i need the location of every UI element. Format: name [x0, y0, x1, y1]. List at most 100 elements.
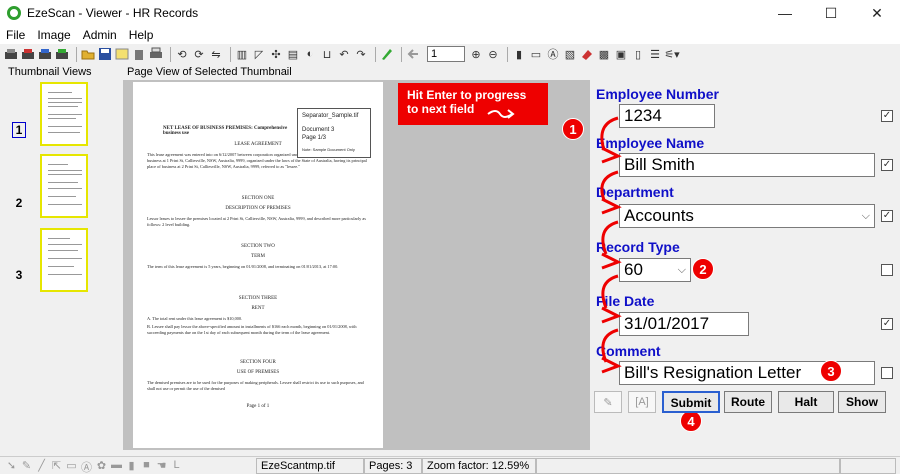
stamp-tool-icon[interactable]: ✿: [94, 459, 109, 474]
page-view-title: Page View of Selected Thumbnail: [127, 66, 292, 78]
department-dropdown[interactable]: Accounts ⌵: [619, 204, 875, 228]
thumbnail-panel: Thumbnail Views 1 2 3: [0, 64, 120, 454]
doc-desc-text: Lessor leases to lessee the premises loc…: [147, 216, 366, 227]
file-date-field[interactable]: 31/01/2017: [619, 312, 749, 336]
arrow-tool-icon[interactable]: ➘: [4, 459, 19, 474]
window-controls: — ☐ ✕: [762, 0, 900, 26]
rectangle-tool-icon[interactable]: ▭: [64, 459, 79, 474]
record-type-checkbox[interactable]: [881, 264, 893, 276]
minimize-button[interactable]: —: [762, 0, 808, 26]
step-badge-3: 3: [820, 360, 842, 382]
scan-duplex-icon[interactable]: [38, 47, 52, 61]
previous-page-icon[interactable]: [406, 47, 420, 61]
doc-rent-b: B. Lessee shall pay lessor the above-spe…: [147, 324, 357, 335]
scan-icon[interactable]: [4, 47, 18, 61]
ezescan-logo-icon: [7, 6, 21, 20]
toolbar-divider: [170, 46, 171, 62]
menu-image[interactable]: Image: [31, 28, 76, 42]
step-badge-1: 1: [562, 118, 584, 140]
flip-icon[interactable]: ⇋: [209, 47, 223, 61]
rotate-left-icon[interactable]: ⟲: [175, 47, 189, 61]
save-icon[interactable]: [98, 47, 112, 61]
undo-icon[interactable]: ↶: [337, 47, 351, 61]
menu-file[interactable]: File: [0, 28, 31, 42]
status-extra: [840, 458, 896, 474]
toolbar-divider: [375, 46, 376, 62]
page-view[interactable]: NET LEASE OF BUSINESS PREMISES: Comprehe…: [123, 80, 590, 450]
redact-icon[interactable]: ▣: [614, 47, 628, 61]
crop-icon[interactable]: ◸: [252, 47, 266, 61]
scan-settings-icon[interactable]: [55, 47, 69, 61]
halt-button[interactable]: Halt: [778, 391, 834, 413]
maximize-button[interactable]: ☐: [808, 0, 854, 26]
employee-name-field[interactable]: Bill Smith: [619, 153, 875, 177]
highlight-tool-icon[interactable]: ▬: [109, 459, 124, 474]
deskew-icon[interactable]: ▥: [235, 47, 249, 61]
tools-dropdown-icon[interactable]: ⚟▾: [664, 47, 679, 61]
department-checkbox[interactable]: ✓: [881, 210, 893, 222]
barcode-icon[interactable]: ▮: [512, 47, 526, 61]
select-tool-icon[interactable]: ⇱: [49, 459, 64, 474]
submit-button[interactable]: Submit: [662, 391, 720, 413]
line-end-tool-icon[interactable]: L: [169, 459, 184, 474]
chevron-down-icon: ⌵: [677, 264, 686, 276]
text-tool-icon[interactable]: Ⓐ: [79, 459, 94, 474]
index-form-panel: Employee Number 1234 ✓ Employee Name Bil…: [562, 80, 900, 450]
show-button[interactable]: Show: [838, 391, 886, 413]
separator-note: Note: Sample Document Only: [302, 147, 355, 152]
despeckle-icon[interactable]: ✣: [269, 47, 283, 61]
record-type-dropdown[interactable]: 60 ⌵: [619, 258, 691, 282]
print-icon[interactable]: [149, 47, 163, 61]
form-icon[interactable]: ▯: [631, 47, 645, 61]
document-page: NET LEASE OF BUSINESS PREMISES: Comprehe…: [133, 82, 383, 448]
arrow-head-icon: [601, 306, 622, 324]
doc-use-text: The demised premises are to be used for …: [147, 380, 364, 391]
properties-icon[interactable]: ☰: [648, 47, 662, 61]
menu-bar: File Image Admin Help: [0, 26, 900, 44]
page-number-input[interactable]: [427, 46, 465, 62]
file-date-checkbox[interactable]: ✓: [881, 318, 893, 330]
comment-checkbox[interactable]: [881, 367, 893, 379]
annotation-tools: ➘ ✎ ╱ ⇱ ▭ Ⓐ ✿ ▬ ▮ ■ ☚ L: [4, 459, 184, 474]
block-tool-icon[interactable]: ■: [139, 459, 154, 474]
close-button[interactable]: ✕: [854, 0, 900, 26]
thumbnail-page-3[interactable]: [40, 228, 88, 292]
ocr-icon[interactable]: ▭: [529, 47, 543, 61]
disabled-pen-icon[interactable]: ✎: [594, 391, 622, 413]
highlight-icon[interactable]: ▩: [597, 47, 611, 61]
eraser-icon[interactable]: [580, 47, 594, 61]
separator-page: Page 1/3: [302, 135, 327, 141]
text-zone-icon[interactable]: Ⓐ: [546, 47, 560, 61]
status-message: [536, 458, 840, 474]
employee-name-checkbox[interactable]: ✓: [881, 159, 893, 171]
menu-admin[interactable]: Admin: [77, 28, 123, 42]
keyword-icon[interactable]: ▧: [563, 47, 577, 61]
thumbnail-page-2[interactable]: [40, 154, 88, 218]
open-folder-icon[interactable]: [81, 47, 95, 61]
doc-section-three: SECTION THREE: [238, 296, 278, 301]
border-icon[interactable]: ⊔: [320, 47, 334, 61]
doc-page-footer: Page 1 of 1: [246, 404, 270, 409]
annotate-pen-icon[interactable]: [380, 47, 394, 61]
route-button[interactable]: Route: [724, 391, 772, 413]
pen-tool-icon[interactable]: ✎: [19, 459, 34, 474]
disabled-text-icon[interactable]: [A]: [628, 391, 656, 413]
menu-help[interactable]: Help: [123, 28, 160, 42]
import-image-icon[interactable]: [115, 47, 129, 61]
employee-number-field[interactable]: 1234: [619, 104, 715, 128]
doc-section-two: SECTION TWO: [241, 244, 275, 249]
thumbnail-page-1[interactable]: [40, 82, 88, 146]
hand-tool-icon[interactable]: ☚: [154, 459, 169, 474]
rotate-right-icon[interactable]: ⟳: [192, 47, 206, 61]
delete-icon[interactable]: [132, 47, 146, 61]
redo-icon[interactable]: ↷: [354, 47, 368, 61]
line-tool-icon[interactable]: ╱: [34, 459, 49, 474]
fill-rect-tool-icon[interactable]: ▮: [124, 459, 139, 474]
zoom-out-icon[interactable]: ⊖: [486, 47, 500, 61]
contrast-icon[interactable]: ◐: [303, 47, 317, 61]
department-value: Accounts: [624, 206, 694, 225]
zoom-in-icon[interactable]: ⊕: [469, 47, 483, 61]
scan-batch-icon[interactable]: [21, 47, 35, 61]
employee-number-checkbox[interactable]: ✓: [881, 110, 893, 122]
enhance-icon[interactable]: ▤: [286, 47, 300, 61]
